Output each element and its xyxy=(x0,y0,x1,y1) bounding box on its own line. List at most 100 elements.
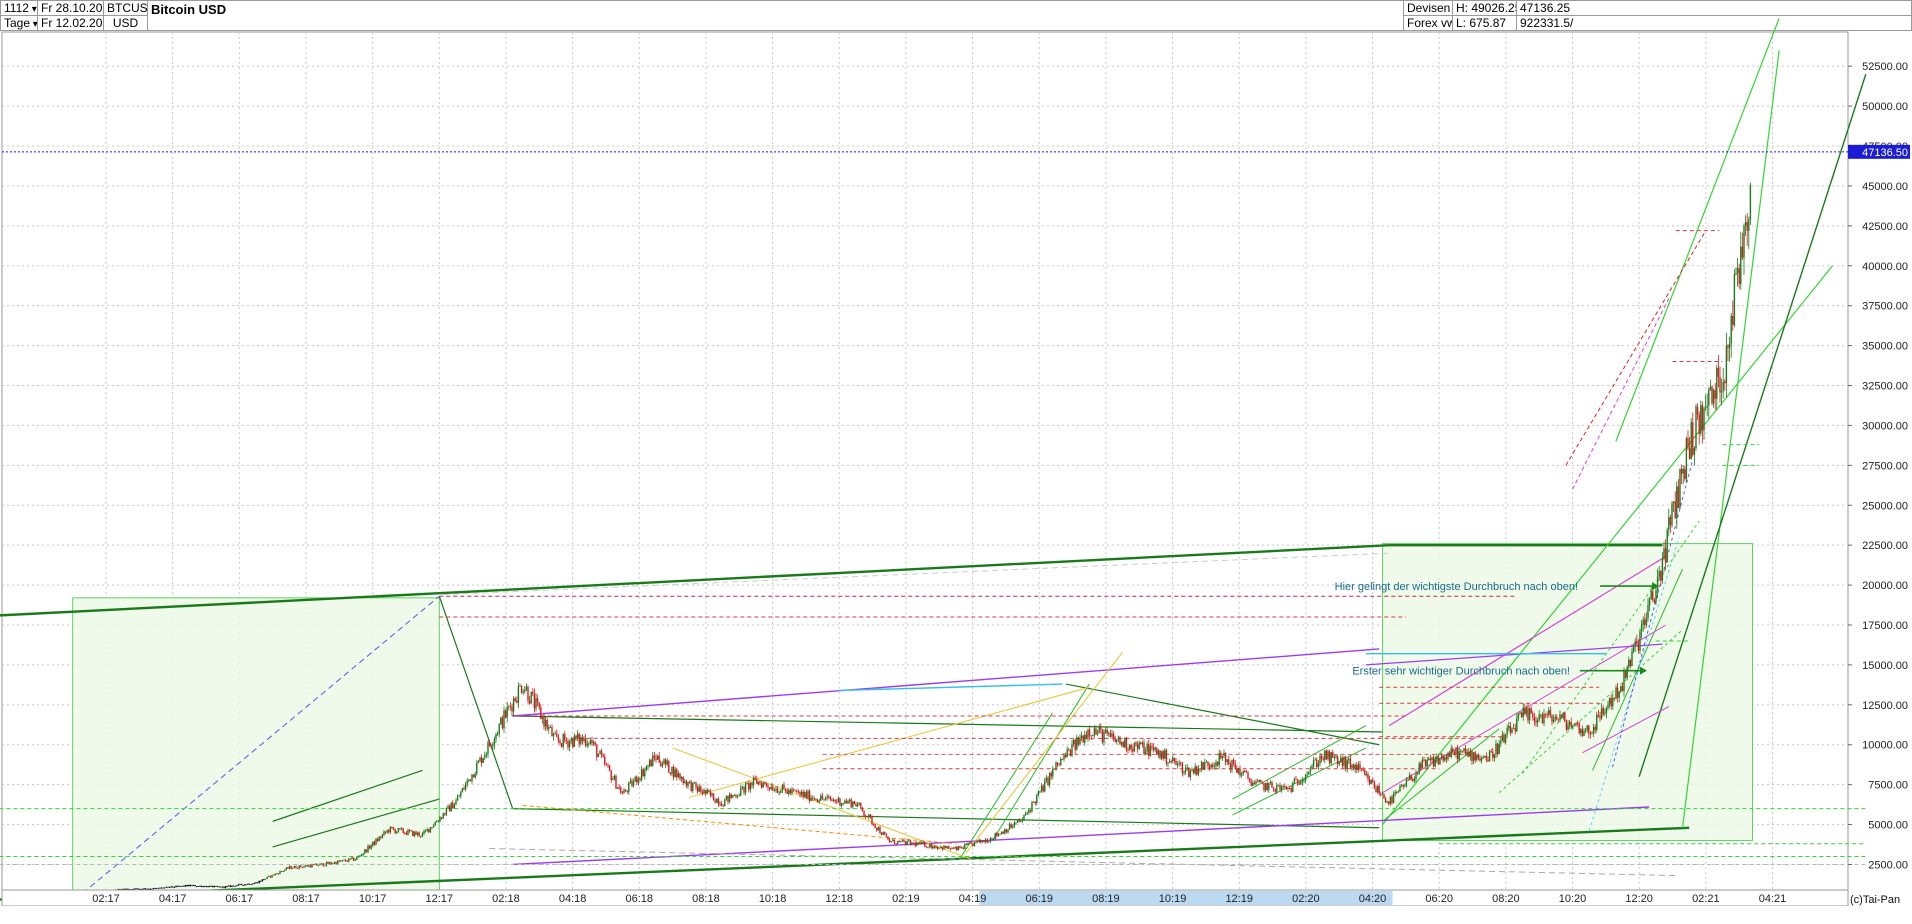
candle-body xyxy=(1221,755,1224,759)
candle-body xyxy=(436,821,438,823)
candle-body xyxy=(456,796,459,801)
candle-body xyxy=(1735,272,1737,275)
candle-body xyxy=(301,866,304,868)
candle-body xyxy=(223,886,225,888)
candle-body xyxy=(840,803,843,806)
candle-body xyxy=(1296,779,1299,784)
candle-body xyxy=(1429,758,1432,760)
candle-body xyxy=(962,847,964,849)
candle-body xyxy=(135,888,137,890)
candle-body xyxy=(893,839,896,844)
candle-body xyxy=(1738,268,1740,284)
candle-body xyxy=(997,833,1000,836)
candle-body xyxy=(284,869,286,872)
candle-body xyxy=(1306,774,1308,776)
candle-body xyxy=(1674,501,1676,519)
candle-body xyxy=(397,828,400,832)
candle-body xyxy=(567,741,569,748)
candle-body xyxy=(906,840,908,845)
candle-body xyxy=(271,874,273,878)
candle-body xyxy=(125,888,128,890)
candle-body xyxy=(349,858,352,860)
candle-body xyxy=(292,868,294,869)
candle-body xyxy=(1727,345,1729,348)
candle-body xyxy=(184,885,187,887)
candle-body xyxy=(749,782,752,790)
candle-body xyxy=(576,733,579,739)
candle-body xyxy=(656,755,659,760)
candle-body xyxy=(1146,743,1148,752)
candle-body xyxy=(1144,751,1147,755)
candle-body xyxy=(183,885,185,887)
candle-body xyxy=(498,723,500,735)
candle-body xyxy=(613,775,616,780)
candle-body xyxy=(1317,763,1320,767)
candle-body xyxy=(496,734,499,735)
candle-body xyxy=(407,829,409,835)
candle-body xyxy=(764,782,766,784)
candle-body xyxy=(826,796,828,798)
candle-body xyxy=(1695,406,1697,449)
candle-body xyxy=(1327,751,1329,760)
candle-body xyxy=(176,885,179,887)
candle-body xyxy=(728,794,731,802)
candle-body xyxy=(298,865,300,869)
candle-body xyxy=(580,737,582,744)
candle-body xyxy=(1524,707,1526,714)
candle-body xyxy=(1381,794,1384,796)
candle-body xyxy=(1162,751,1164,759)
candle-body xyxy=(628,782,630,792)
price-chart[interactable]: Hier gelingt der wichtigste Durchbruch n… xyxy=(0,0,1912,906)
candle-body xyxy=(740,787,742,796)
candle-body xyxy=(482,758,484,763)
candle-body xyxy=(263,879,265,881)
candle-body xyxy=(156,888,158,889)
candle-body xyxy=(522,691,524,693)
candle-body xyxy=(1383,794,1385,799)
candle-body xyxy=(637,778,640,783)
candle-body xyxy=(1170,761,1172,762)
candle-body xyxy=(192,885,195,887)
candle-body xyxy=(1248,778,1251,782)
x-tick-label: 08:19 xyxy=(1092,893,1120,905)
candle-body xyxy=(354,859,356,861)
candle-body xyxy=(351,857,353,859)
candle-body xyxy=(1717,367,1720,377)
candle-body xyxy=(549,727,552,728)
candle-body xyxy=(1274,788,1276,792)
candle-body xyxy=(316,863,318,866)
candle-body xyxy=(1114,738,1116,742)
candle-body xyxy=(1668,517,1670,530)
candle-body xyxy=(975,840,977,843)
candle-body xyxy=(856,804,859,807)
candle-body xyxy=(1181,763,1184,774)
candle-body xyxy=(719,803,721,805)
candle-body xyxy=(1120,742,1123,745)
y-tick-label: 20000.00 xyxy=(1862,580,1908,592)
candle-body xyxy=(258,880,260,884)
candle-body xyxy=(626,791,628,792)
candle-body xyxy=(652,755,654,767)
candle-body xyxy=(144,888,147,890)
candle-body xyxy=(1368,778,1371,785)
candle-body xyxy=(896,841,899,845)
candle-body xyxy=(396,831,398,834)
candle-body xyxy=(861,807,864,812)
candle-body xyxy=(1157,750,1160,755)
candle-body xyxy=(1725,345,1728,384)
candle-body xyxy=(1408,775,1411,781)
candle-body xyxy=(778,792,780,794)
candle-body xyxy=(1405,779,1408,786)
candle-body xyxy=(1085,734,1088,738)
candle-body xyxy=(232,885,235,887)
candle-body xyxy=(1584,730,1587,732)
candle-body xyxy=(767,785,769,788)
candle-body xyxy=(1551,715,1553,722)
candle-body xyxy=(1092,735,1094,737)
candle-body xyxy=(1655,590,1657,603)
candle-body xyxy=(864,815,867,817)
candle-body xyxy=(1736,268,1739,273)
candle-body xyxy=(1440,755,1443,759)
candle-body xyxy=(440,817,443,819)
candle-body xyxy=(1335,756,1337,758)
